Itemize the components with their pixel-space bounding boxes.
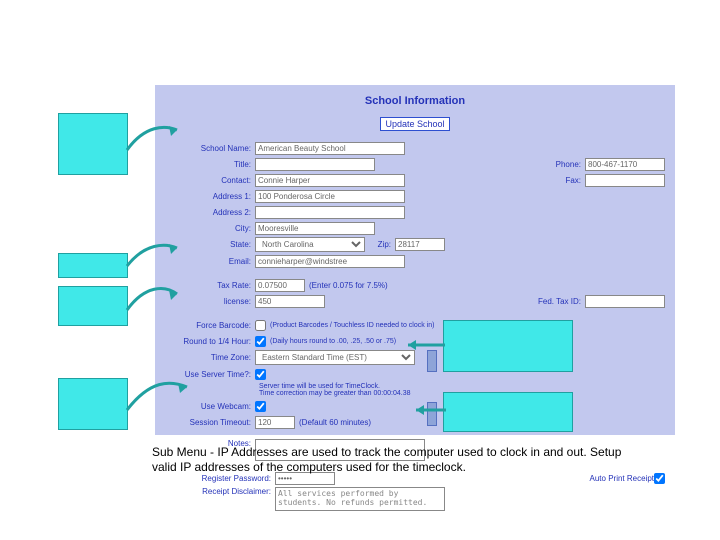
label-force-barcode: Force Barcode: [165,321,255,330]
arrow-icon [125,120,185,160]
hint-session-timeout: (Default 60 minutes) [299,418,371,427]
arrow-icon [125,280,185,320]
label-time-zone: Time Zone: [165,353,255,362]
contact-input[interactable] [255,174,405,187]
address2-input[interactable] [255,206,405,219]
receipt-disclaimer-textarea[interactable]: All services performed by students. No r… [275,487,445,511]
hint-round-quarter: (Daily hours round to .00, .25, .50 or .… [270,338,396,345]
label-fax: Fax: [545,176,585,185]
callout-box-2 [58,253,128,278]
arrow-icon [125,238,185,273]
arrow-icon [125,375,195,420]
label-title: Title: [165,160,255,169]
school-name-input[interactable] [255,142,405,155]
arrow-icon [408,400,450,420]
time-zone-select[interactable]: Eastern Standard Time (EST) [255,350,415,365]
session-timeout-input[interactable] [255,416,295,429]
label-zip: Zip: [365,240,395,249]
hint-force-barcode: (Product Barcodes / Touchless ID needed … [270,322,434,329]
fax-input[interactable] [585,174,665,187]
label-phone: Phone: [545,160,585,169]
city-input[interactable] [255,222,375,235]
arrow-icon [400,335,450,355]
title-input[interactable] [255,158,375,171]
label-contact: Contact: [165,176,255,185]
callout-box-6 [443,392,573,432]
hint-server-time: Server time will be used for TimeClock. … [259,383,411,397]
phone-input[interactable] [585,158,665,171]
zip-input[interactable] [395,238,445,251]
fed-tax-input[interactable] [585,295,665,308]
label-fed-tax: Fed. Tax ID: [525,297,585,306]
hint-tax-rate: (Enter 0.075 for 7.5%) [309,281,388,290]
label-city: City: [165,224,255,233]
callout-box-5 [443,320,573,372]
email-input[interactable] [255,255,405,268]
label-receipt-disclaimer: Receipt Disclaimer: [165,487,275,496]
tax-rate-input[interactable] [255,279,305,292]
callout-box-1 [58,113,128,175]
label-round-quarter: Round to 1/4 Hour: [165,337,255,346]
address1-input[interactable] [255,190,405,203]
label-address1: Address 1: [165,192,255,201]
state-select[interactable]: North Carolina [255,237,365,252]
webcam-checkbox[interactable] [255,401,266,412]
update-school-button[interactable]: Update School [380,117,449,131]
caption-text: Sub Menu - IP Addresses are used to trac… [152,445,642,475]
round-quarter-checkbox[interactable] [255,336,266,347]
auto-print-checkbox[interactable] [654,473,665,484]
force-barcode-checkbox[interactable] [255,320,266,331]
callout-box-4 [58,378,128,430]
school-info-panel: School Information Update School School … [155,85,675,435]
callout-box-3 [58,286,128,326]
license-input[interactable] [255,295,325,308]
panel-heading: School Information [155,85,675,107]
server-time-checkbox[interactable] [255,369,266,380]
label-address2: Address 2: [165,208,255,217]
